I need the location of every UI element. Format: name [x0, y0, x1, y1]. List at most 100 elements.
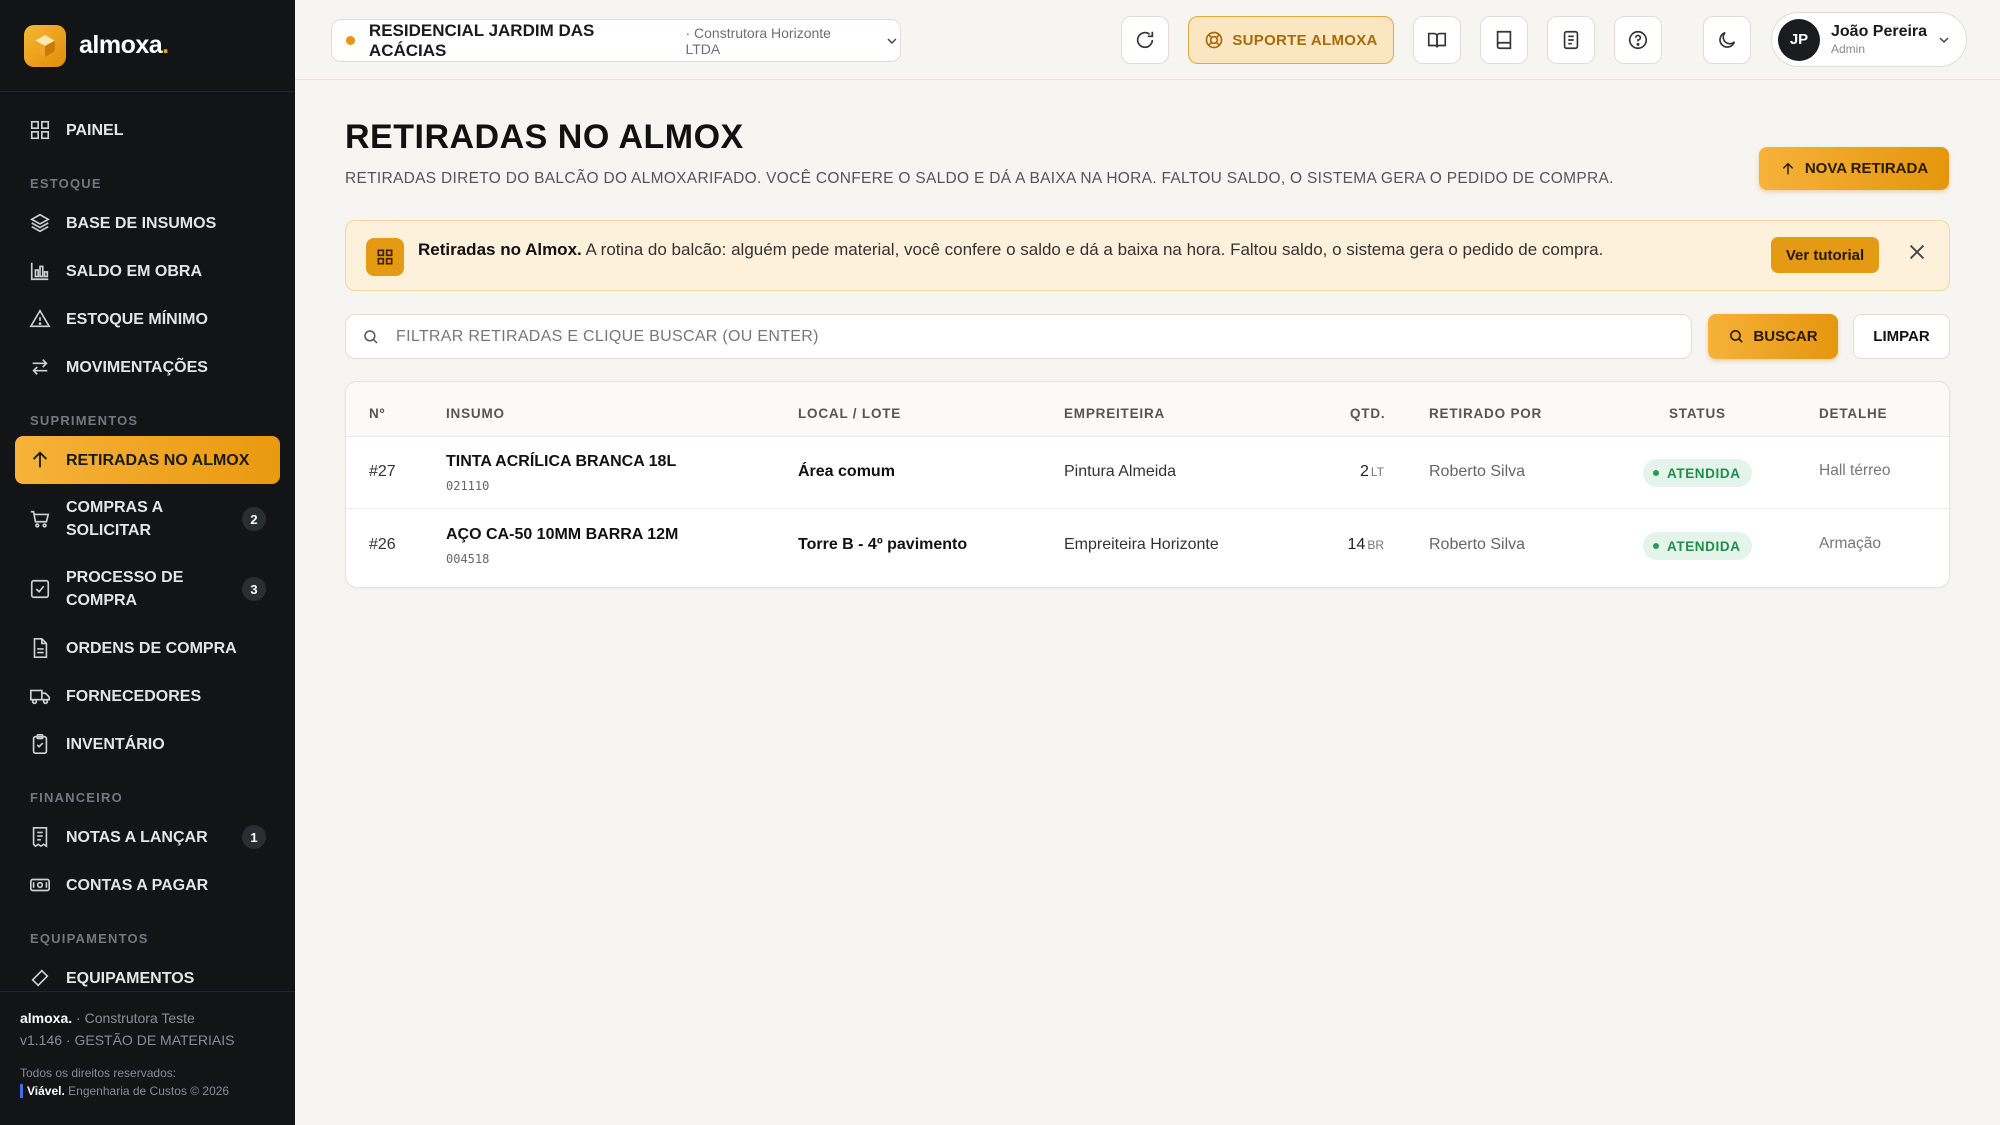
sidebar-item-label: EQUIPAMENTOS — [66, 969, 195, 987]
bar-chart-icon — [30, 262, 49, 281]
sidebar-item-label: BASE DE INSUMOS — [66, 214, 217, 232]
receipt-icon — [32, 827, 48, 848]
count-badge: 2 — [242, 507, 266, 531]
col-status[interactable]: STATUS — [1669, 406, 1726, 421]
page-title: RETIRADAS NO ALMOX — [345, 118, 744, 156]
user-role: Admin — [1831, 42, 1866, 56]
sidebar-item-inventario[interactable]: INVENTÁRIO — [15, 720, 280, 768]
col-num[interactable]: Nº — [369, 406, 385, 421]
sidebar-item-label: PAINEL — [66, 121, 124, 139]
table-row[interactable]: #26 AÇO CA-50 10MM BARRA 12M 004518 Torr… — [346, 510, 1949, 582]
sidebar-item-compras-a-solicitar[interactable]: COMPRAS A SOLICITAR 2 — [15, 484, 280, 554]
sidebar-item-label: ORDENS DE COMPRA — [66, 639, 237, 657]
row-qtd: 2 LT — [1359, 463, 1384, 480]
sidebar-item-fornecedores[interactable]: FORNECEDORES — [15, 672, 280, 720]
help-button[interactable] — [1614, 16, 1662, 64]
sidebar-item-estoque-minimo[interactable]: ESTOQUE MÍNIMO — [15, 295, 280, 343]
avatar: JP — [1778, 18, 1820, 61]
sidebar-item-label: FORNECEDORES — [66, 687, 202, 705]
sidebar-item-label: COMPRAS A SOLICITAR — [66, 499, 163, 539]
brand[interactable]: almoxa. — [0, 0, 295, 92]
sidebar-item-base-de-insumos[interactable]: BASE DE INSUMOS — [15, 199, 280, 247]
col-empreiteira[interactable]: EMPREITEIRA — [1064, 406, 1165, 421]
sidebar-item-ordens-de-compra[interactable]: ORDENS DE COMPRA — [15, 624, 280, 672]
warning-icon — [29, 309, 51, 328]
clipboard-check-icon — [32, 734, 48, 754]
chevron-down-icon — [887, 38, 897, 44]
chevron-down-icon — [1939, 37, 1949, 44]
project-selector[interactable]: RESIDENCIAL JARDIM DAS ACÁCIAS · Constru… — [331, 19, 901, 62]
search-input[interactable] — [396, 327, 1691, 346]
sidebar-item-notas-a-lancar[interactable]: NOTAS A LANÇAR 1 — [15, 813, 280, 861]
close-icon[interactable] — [1906, 241, 1928, 263]
sidebar-item-equipamentos[interactable]: EQUIPAMENTOS — [15, 954, 280, 990]
sidebar-item-label: PROCESSO DE COMPRA — [66, 569, 184, 609]
table-header: Nº INSUMO LOCAL / LOTE EMPREITEIRA QTD. … — [346, 382, 1949, 437]
sidebar-item-label: INVENTÁRIO — [66, 735, 165, 753]
footer-brand-line: almoxa. · Construtora Teste — [20, 1010, 195, 1026]
search-icon — [1730, 330, 1744, 343]
refresh-button[interactable] — [1121, 16, 1169, 64]
sidebar-item-label: RETIRADAS NO ALMOX — [66, 451, 250, 469]
book-button[interactable] — [1480, 16, 1528, 64]
footer-rights: Todos os direitos reservados: — [20, 1066, 177, 1080]
withdrawals-table: Nº INSUMO LOCAL / LOTE EMPREITEIRA QTD. … — [345, 381, 1950, 588]
status-badge: ATENDIDA — [1643, 459, 1752, 487]
new-withdrawal-button[interactable]: NOVA RETIRADA — [1759, 147, 1949, 190]
checkbox-icon — [30, 579, 50, 599]
row-insumo: TINTA ACRÍLICA BRANCA 18L — [446, 453, 677, 470]
document-icon — [33, 638, 48, 658]
table-row[interactable]: #27 TINTA ACRÍLICA BRANCA 18L 021110 Áre… — [346, 437, 1949, 509]
new-withdrawal-label: NOVA RETIRADA — [1804, 160, 1929, 177]
help-circle-icon — [1628, 30, 1648, 50]
col-insumo[interactable]: INSUMO — [446, 406, 505, 421]
row-detalhe: Hall térreo — [1819, 462, 1891, 479]
sidebar-item-label: SALDO EM OBRA — [66, 262, 202, 280]
row-detalhe: Armação — [1819, 535, 1882, 552]
col-detalhe[interactable]: DETALHE — [1819, 406, 1887, 421]
row-insumo: AÇO CA-50 10MM BARRA 12M — [446, 526, 679, 543]
banner-text: Retiradas no Almox. A rotina do balcão: … — [418, 240, 1603, 260]
search-button-label: BUSCAR — [1753, 328, 1818, 345]
sidebar-item-retiradas-no-almox[interactable]: RETIRADAS NO ALMOX — [15, 436, 280, 484]
sidebar-item-label: NOTAS A LANÇAR — [66, 828, 208, 846]
sidebar-item-label: MOVIMENTAÇÕES — [66, 358, 208, 376]
banner-body: A rotina do balcão: alguém pede material… — [581, 240, 1604, 259]
clear-button[interactable]: LIMPAR — [1853, 314, 1950, 359]
project-name: RESIDENCIAL JARDIM DAS ACÁCIAS — [368, 20, 595, 60]
col-qtd[interactable]: QTD. — [1350, 406, 1385, 421]
sidebar-section-estoque: ESTOQUE — [30, 176, 102, 191]
count-badge: 3 — [242, 577, 266, 601]
sidebar-item-label: ESTOQUE MÍNIMO — [66, 310, 208, 328]
sidebar-item-painel[interactable]: PAINEL — [15, 106, 280, 154]
moon-icon — [1719, 31, 1736, 48]
row-number: #27 — [369, 463, 396, 480]
support-label: SUPORTE ALMOXA — [1232, 31, 1378, 49]
book-icon — [1496, 30, 1512, 50]
sidebar-item-processo-de-compra[interactable]: PROCESSO DE COMPRA 3 — [15, 554, 280, 624]
row-empreiteira: Empreiteira Horizonte — [1064, 536, 1219, 553]
count-badge: 1 — [242, 825, 266, 849]
row-code: 004518 — [446, 552, 490, 566]
sidebar-item-saldo-em-obra[interactable]: SALDO EM OBRA — [15, 247, 280, 295]
layers-icon — [30, 213, 50, 233]
user-info: João Pereira Admin — [1831, 23, 1927, 56]
col-local[interactable]: LOCAL / LOTE — [798, 406, 901, 421]
support-button[interactable]: SUPORTE ALMOXA — [1188, 16, 1394, 64]
search-button[interactable]: BUSCAR — [1708, 314, 1838, 359]
cash-icon — [30, 878, 50, 892]
arrow-up-icon — [32, 451, 48, 468]
book-open-button[interactable] — [1413, 16, 1461, 64]
search-bar — [345, 314, 1692, 359]
dark-mode-button[interactable] — [1703, 16, 1751, 64]
user-menu[interactable]: JP João Pereira Admin — [1771, 12, 1967, 67]
tutorial-button[interactable]: Ver tutorial — [1771, 237, 1879, 273]
notes-button[interactable] — [1547, 16, 1595, 64]
sidebar-item-label: CONTAS A PAGAR — [66, 876, 209, 894]
sidebar-item-contas-a-pagar[interactable]: CONTAS A PAGAR — [15, 861, 280, 909]
refresh-icon — [1136, 31, 1154, 49]
project-company: · Construtora Horizonte LTDA — [685, 24, 831, 57]
row-retirado-por: Roberto Silva — [1429, 536, 1526, 553]
sidebar-item-movimentacoes[interactable]: MOVIMENTAÇÕES — [15, 343, 280, 391]
col-retirado-por[interactable]: RETIRADO POR — [1429, 406, 1542, 421]
